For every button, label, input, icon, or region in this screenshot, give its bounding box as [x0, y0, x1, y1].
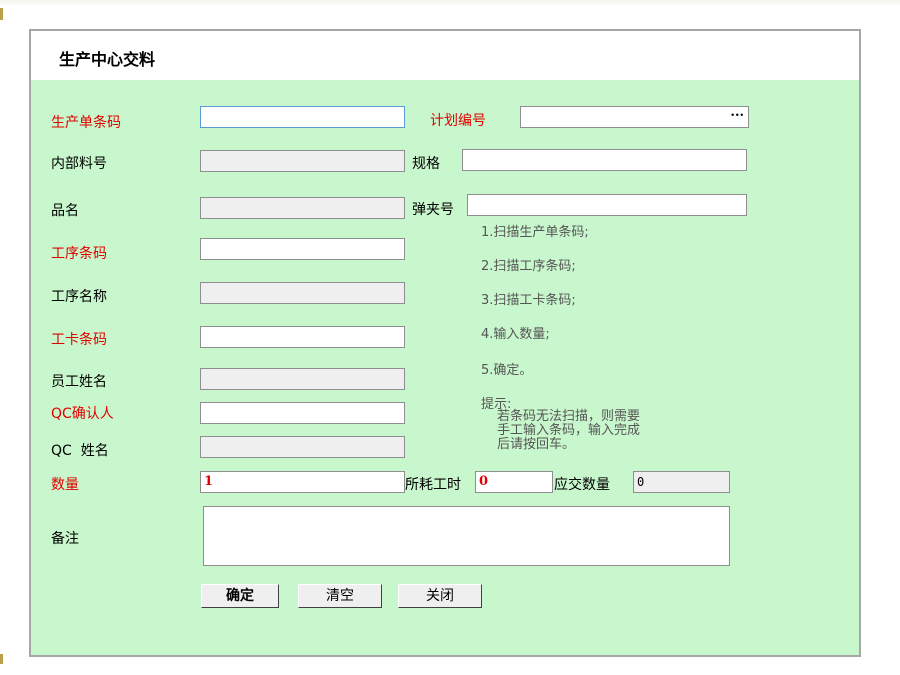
plan-no-input[interactable]: ...	[520, 103, 749, 128]
close-button[interactable]: 关闭	[398, 584, 482, 608]
confirm-button[interactable]: 确定	[201, 584, 279, 608]
step-5: 5.确定。	[481, 363, 533, 378]
employee-name-field	[200, 368, 405, 390]
production-barcode-label: 生产单条码	[51, 115, 121, 131]
quantity-input[interactable]: 1	[200, 471, 405, 493]
hours-spent-input[interactable]: 0	[475, 471, 553, 493]
qc-name-field	[200, 436, 405, 458]
spec-input[interactable]	[462, 149, 747, 171]
remarks-label: 备注	[51, 531, 79, 547]
process-name-field	[200, 282, 405, 304]
qc-confirmer-label: QC确认人	[51, 406, 114, 422]
browse-button[interactable]: ...	[730, 103, 744, 123]
step-2: 2.扫描工序条码;	[481, 259, 576, 274]
due-quantity-field: 0	[633, 471, 730, 493]
step-1: 1.扫描生产单条码;	[481, 225, 589, 240]
tip-line-1: 若条码无法扫描，则需要	[497, 409, 641, 424]
tip-line-3: 后请按回车。	[497, 437, 576, 452]
remarks-textarea[interactable]	[203, 506, 730, 566]
product-name-field	[200, 197, 405, 219]
tip-line-2: 手工输入条码，输入完成	[497, 423, 641, 438]
internal-part-no-field	[200, 150, 405, 172]
work-card-barcode-label: 工卡条码	[51, 332, 107, 348]
internal-part-no-label: 内部料号	[51, 156, 107, 172]
step-4: 4.输入数量;	[481, 327, 550, 342]
clamp-no-label: 弹夹号	[412, 202, 454, 218]
hours-spent-label: 所耗工时	[405, 477, 461, 493]
left-edge-mark	[0, 8, 3, 20]
qc-confirmer-input[interactable]	[200, 402, 405, 424]
production-barcode-input[interactable]	[200, 106, 405, 128]
qc-name-label: QC 姓名	[51, 443, 109, 459]
clear-button[interactable]: 清空	[298, 584, 382, 608]
page-title: 生产中心交料	[59, 50, 156, 69]
process-barcode-label: 工序条码	[51, 246, 107, 262]
process-barcode-input[interactable]	[200, 238, 405, 260]
panel-header: 生产中心交料	[31, 31, 859, 80]
process-name-label: 工序名称	[51, 289, 107, 305]
due-quantity-label: 应交数量	[554, 477, 610, 493]
top-strip	[0, 0, 900, 6]
work-card-barcode-input[interactable]	[200, 326, 405, 348]
spec-label: 规格	[412, 156, 440, 172]
plan-no-label: 计划编号	[430, 113, 486, 129]
quantity-label: 数量	[51, 477, 79, 493]
employee-name-label: 员工姓名	[51, 374, 107, 390]
product-name-label: 品名	[51, 203, 79, 219]
left-edge-mark	[0, 654, 3, 664]
step-3: 3.扫描工卡条码;	[481, 293, 576, 308]
form-panel: 生产中心交料 生产单条码 计划编号 ... 内部料号 规格 品名 弹夹号 工序条…	[29, 29, 861, 657]
clamp-no-input[interactable]	[467, 194, 747, 216]
